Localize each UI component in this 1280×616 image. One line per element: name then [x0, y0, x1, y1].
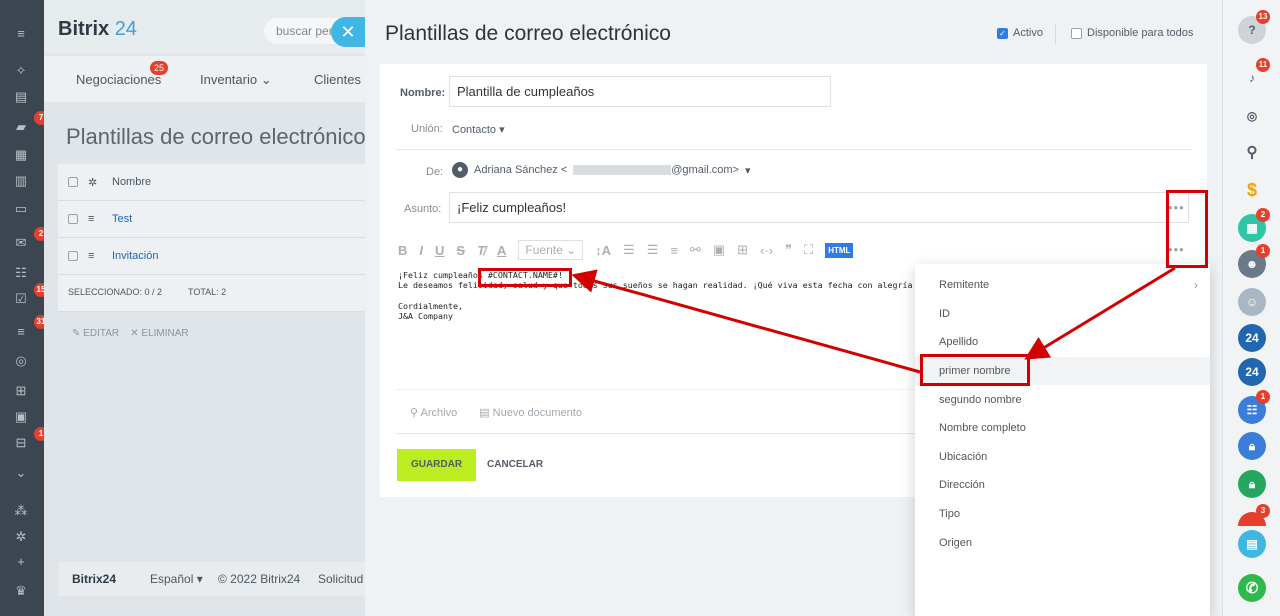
arrow-to-contact-tag: [571, 269, 921, 374]
annotation-arrows: [571, 266, 1176, 374]
arrow-to-first-name: [1024, 266, 1176, 360]
